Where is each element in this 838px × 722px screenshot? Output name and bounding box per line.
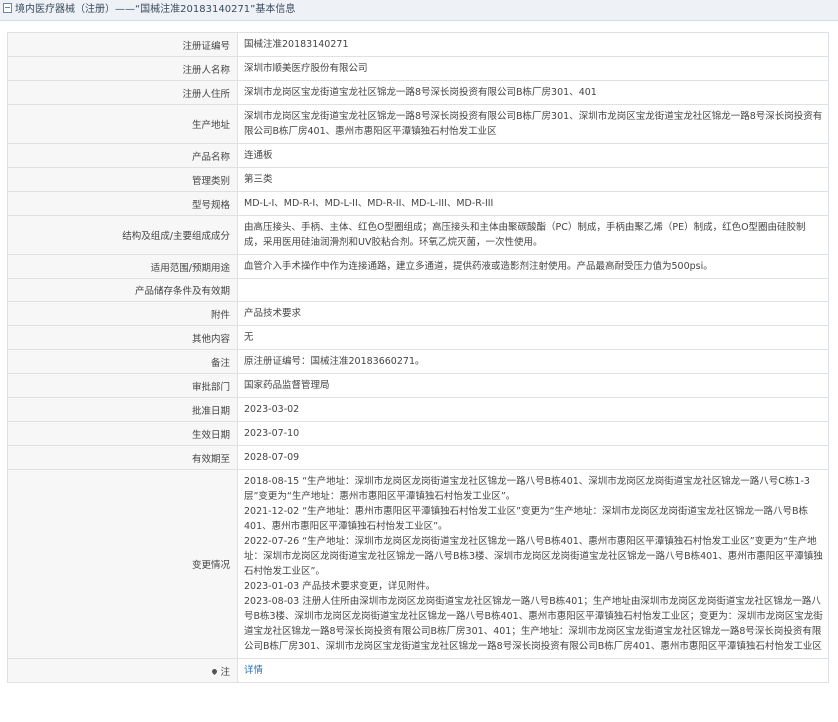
field-label: 备注	[7, 349, 238, 374]
table-row: 结构及组成/主要组成成分 由高压接头、手柄、主体、红色O型圈组成；高压接头和主体由…	[7, 215, 829, 255]
field-label: 产品名称	[7, 143, 238, 168]
field-value: 2023-03-02	[237, 397, 829, 422]
field-value: 由高压接头、手柄、主体、红色O型圈组成；高压接头和主体由聚碳酸酯（PC）制成，手…	[237, 215, 829, 255]
table-row: 生产地址 深圳市龙岗区宝龙街道宝龙社区锦龙一路8号深长岗投资有限公司B栋厂房301…	[7, 104, 829, 144]
field-label: 适用范围/预期用途	[7, 254, 238, 279]
table-row: 产品储存条件及有效期	[7, 278, 829, 302]
note-label-cell: 注	[7, 658, 238, 683]
change-entry: 2023-01-03 产品技术要求变更，详见附件。	[244, 581, 436, 592]
field-value: 2028-07-09	[237, 445, 829, 470]
table-row: 审批部门 国家药品监督管理局	[7, 373, 829, 398]
field-value: 2023-07-10	[237, 421, 829, 446]
field-label: 管理类别	[7, 167, 238, 192]
field-label: 批准日期	[7, 397, 238, 422]
field-value: 国械注准20183140271	[237, 32, 829, 57]
detail-table-container: 注册证编号 国械注准20183140271 注册人名称 深圳市顺美医疗股份有限公司 …	[7, 32, 829, 683]
note-label: 注	[220, 666, 230, 678]
table-row: 注册人名称 深圳市顺美医疗股份有限公司	[7, 56, 829, 81]
table-row: 生效日期 2023-07-10	[7, 421, 829, 446]
change-entry: 2018-08-15 “生产地址：深圳市龙岗区龙岗街道宝龙社区锦龙一路八号B栋4…	[244, 476, 810, 502]
field-value: 深圳市顺美医疗股份有限公司	[237, 56, 829, 81]
field-value: 连通板	[237, 143, 829, 168]
field-value: 第三类	[237, 167, 829, 192]
field-label: 产品储存条件及有效期	[7, 278, 238, 302]
field-value: MD-L-I、MD-R-I、MD-L-II、MD-R-II、MD-L-III、M…	[237, 191, 829, 216]
table-row-note: 注 详情	[7, 658, 829, 683]
field-value: 无	[237, 325, 829, 350]
field-value: 血管介入手术操作中作为连接通路，建立多通道，提供药液或造影剂注射使用。产品最高耐…	[237, 254, 829, 279]
field-label: 变更情况	[7, 469, 238, 659]
table-row: 产品名称 连通板	[7, 143, 829, 168]
note-value-cell: 详情	[237, 658, 829, 683]
field-value: 产品技术要求	[237, 301, 829, 326]
field-label: 注册人住所	[7, 80, 238, 105]
field-label: 其他内容	[7, 325, 238, 350]
field-value: 深圳市龙岗区宝龙街道宝龙社区锦龙一路8号深长岗投资有限公司B栋厂房301、401	[237, 80, 829, 105]
field-label: 结构及组成/主要组成成分	[7, 215, 238, 255]
detail-table: 注册证编号 国械注准20183140271 注册人名称 深圳市顺美医疗股份有限公司 …	[7, 32, 829, 683]
field-value: 深圳市龙岗区宝龙街道宝龙社区锦龙一路8号深长岗投资有限公司B栋厂房301、深圳市…	[237, 104, 829, 144]
table-row: 型号规格 MD-L-I、MD-R-I、MD-L-II、MD-R-II、MD-L-I…	[7, 191, 829, 216]
table-row: 适用范围/预期用途 血管介入手术操作中作为连接通路，建立多通道，提供药液或造影剂注…	[7, 254, 829, 279]
field-value	[237, 278, 829, 302]
field-value: 国家药品监督管理局	[237, 373, 829, 398]
field-value: 原注册证编号：国械注准20183660271。	[237, 349, 829, 374]
table-row: 批准日期 2023-03-02	[7, 397, 829, 422]
table-row: 管理类别 第三类	[7, 167, 829, 192]
document-icon	[3, 3, 12, 13]
field-label: 审批部门	[7, 373, 238, 398]
table-row: 备注 原注册证编号：国械注准20183660271。	[7, 349, 829, 374]
pin-icon	[211, 667, 219, 675]
field-label: 有效期至	[7, 445, 238, 470]
change-history: 2018-08-15 “生产地址：深圳市龙岗区龙岗街道宝龙社区锦龙一路八号B栋4…	[237, 469, 829, 659]
field-label: 注册人名称	[7, 56, 238, 81]
change-entry: 2021-12-02 “生产地址：惠州市惠阳区平潭镇独石村怡发工业区”变更为“生…	[244, 506, 809, 532]
table-row: 有效期至 2028-07-09	[7, 445, 829, 470]
table-row: 注册人住所 深圳市龙岗区宝龙街道宝龙社区锦龙一路8号深长岗投资有限公司B栋厂房30…	[7, 80, 829, 105]
table-row: 其他内容无	[7, 325, 829, 350]
change-entry: 2023-08-03 注册人住所由深圳市龙岗区龙岗街道宝龙社区锦龙一路八号B栋4…	[244, 596, 823, 652]
field-label: 附件	[7, 301, 238, 326]
table-row: 注册证编号 国械注准20183140271	[7, 32, 829, 57]
field-label: 生效日期	[7, 421, 238, 446]
table-row: 附件 产品技术要求	[7, 301, 829, 326]
table-row-changes: 变更情况 2018-08-15 “生产地址：深圳市龙岗区龙岗街道宝龙社区锦龙一路…	[7, 469, 829, 659]
field-label: 型号规格	[7, 191, 238, 216]
page-title: 境内医疗器械（注册）——“国械注准20183140271”基本信息	[15, 4, 296, 15]
field-label: 注册证编号	[7, 32, 238, 57]
change-entry: 2022-07-26 “生产地址：深圳市龙岗区龙岗街道宝龙社区锦龙一路八号B栋4…	[244, 536, 823, 577]
field-label: 生产地址	[7, 104, 238, 144]
page-header: 境内医疗器械（注册）——“国械注准20183140271”基本信息	[0, 0, 838, 21]
details-link[interactable]: 详情	[244, 665, 263, 676]
